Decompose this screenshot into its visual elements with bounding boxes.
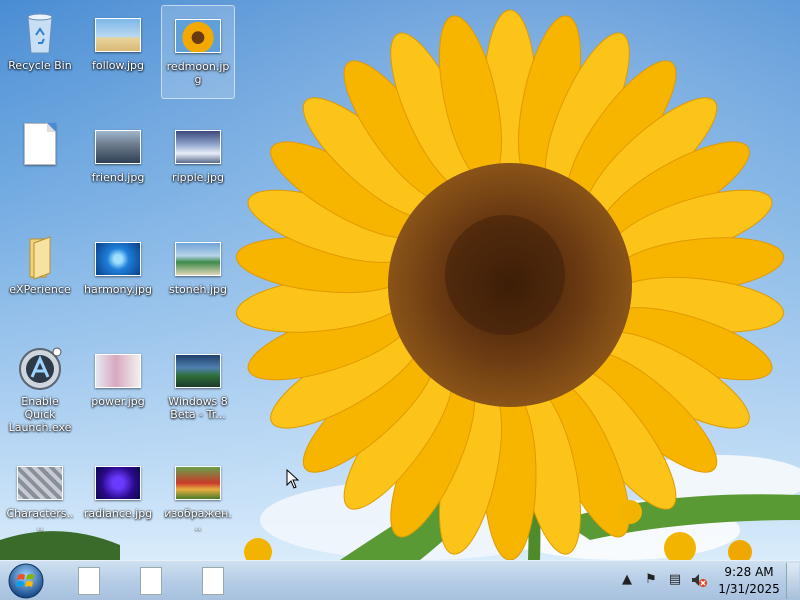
desktop-icon-label: redmoon.jpg — [166, 60, 230, 86]
network-icon[interactable]: ▤ — [666, 571, 684, 589]
mouse-cursor — [286, 469, 300, 489]
quick-launch-app-icon — [16, 345, 64, 393]
desktop-icon[interactable]: Enable Quick Launch.exe — [3, 341, 77, 435]
windows-orb-icon — [8, 563, 44, 599]
clock-date: 1/31/2025 — [718, 582, 780, 596]
desktop-icon[interactable]: power.jpg — [81, 341, 155, 435]
desktop-icon-label: Enable Quick Launch.exe — [8, 395, 72, 434]
desktop-icon-label: friend.jpg — [91, 171, 145, 184]
taskbar: ▲ ⚑ ▤ 9:28 AM 1/31/2025 — [0, 560, 800, 600]
desktop-icon-label: Recycle Bin — [8, 59, 72, 72]
blank-document-icon — [16, 121, 64, 169]
taskbar-document-1[interactable] — [78, 567, 100, 595]
image-file-icon — [174, 457, 222, 505]
show-desktop-button[interactable] — [786, 563, 799, 599]
desktop-icon[interactable]: ripple.jpg — [161, 117, 235, 211]
image-file-icon — [16, 457, 64, 505]
desktop-icon-label: изображен... — [164, 507, 232, 533]
start-button[interactable] — [6, 562, 46, 600]
taskbar-document-3[interactable] — [202, 567, 224, 595]
desktop-icon-label: power.jpg — [91, 395, 145, 408]
clock-time: 9:28 AM — [724, 565, 774, 579]
desktop-icon[interactable]: follow.jpg — [81, 5, 155, 99]
image-file-icon — [94, 345, 142, 393]
recycle-bin-icon — [16, 9, 64, 57]
desktop-icon-label: radiance.jpg — [83, 507, 153, 520]
folder-icon — [16, 233, 64, 281]
desktop[interactable]: Recycle Bin follow.jpg redmoon.jpg friend.j… — [0, 0, 800, 560]
image-file-icon — [174, 121, 222, 169]
desktop-icon[interactable]: friend.jpg — [81, 117, 155, 211]
image-file-icon — [94, 457, 142, 505]
desktop-icon-label: stoneh.jpg — [168, 283, 227, 296]
image-file-icon — [94, 9, 142, 57]
desktop-icon[interactable]: изображен... — [161, 453, 235, 547]
image-file-icon — [174, 345, 222, 393]
desktop-icon[interactable] — [3, 117, 77, 211]
desktop-icon[interactable]: stoneh.jpg — [161, 229, 235, 323]
desktop-icon-label: follow.jpg — [92, 59, 144, 72]
desktop-icon[interactable]: Recycle Bin — [3, 5, 77, 99]
desktop-icon[interactable]: eXPerience — [3, 229, 77, 323]
image-file-icon — [174, 10, 222, 58]
desktop-icon[interactable]: Windows 8 Beta - Tr... — [161, 341, 235, 435]
system-clock[interactable]: 9:28 AM 1/31/2025 — [706, 564, 792, 598]
desktop-icon-label: ripple.jpg — [172, 171, 224, 184]
tray-overflow-chevron-icon[interactable]: ▲ — [618, 571, 636, 589]
action-center-flag-icon[interactable]: ⚑ — [642, 571, 660, 589]
taskbar-document-2[interactable] — [140, 567, 162, 595]
desktop-icon-label: eXPerience — [9, 283, 71, 296]
desktop-icon-label: Characters.... — [6, 507, 74, 533]
desktop-icon[interactable]: radiance.jpg — [81, 453, 155, 547]
image-file-icon — [94, 121, 142, 169]
desktop-icon-label: harmony.jpg — [84, 283, 152, 296]
image-file-icon — [94, 233, 142, 281]
image-file-icon — [174, 233, 222, 281]
desktop-icon[interactable]: redmoon.jpg — [161, 5, 235, 99]
desktop-icon[interactable]: harmony.jpg — [81, 229, 155, 323]
desktop-icon-label: Windows 8 Beta - Tr... — [168, 395, 228, 421]
desktop-icon[interactable]: Characters.... — [3, 453, 77, 547]
